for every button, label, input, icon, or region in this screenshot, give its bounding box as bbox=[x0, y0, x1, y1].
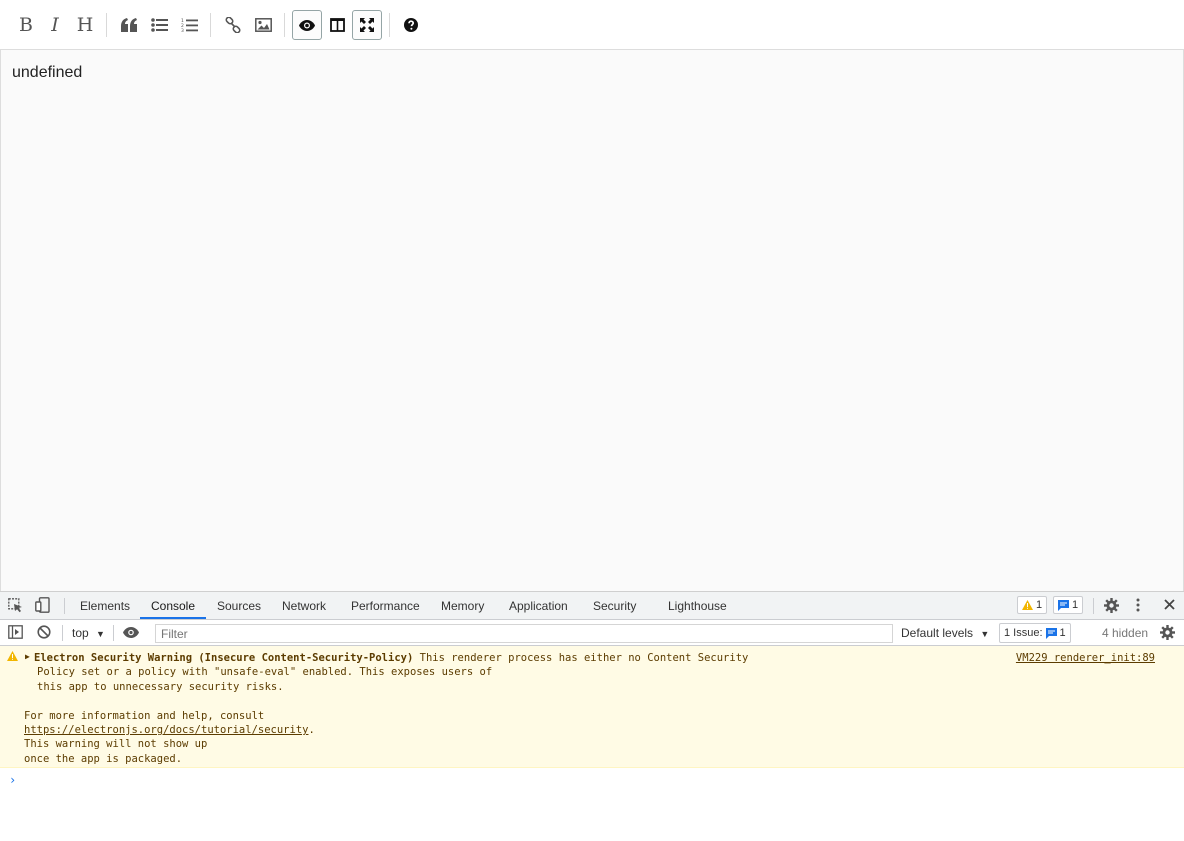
link-icon bbox=[225, 17, 241, 33]
bullet-list-icon bbox=[150, 18, 168, 32]
issues-label: 1 Issue: bbox=[1004, 627, 1043, 639]
devtools-settings-button[interactable] bbox=[1104, 598, 1119, 613]
warning-count-badge[interactable]: 1 bbox=[1017, 596, 1048, 614]
numbered-list-icon: 123 bbox=[181, 18, 198, 33]
expand-triangle-icon[interactable]: ▶ bbox=[25, 652, 30, 661]
live-expression-button[interactable] bbox=[123, 627, 139, 638]
tab-separator bbox=[1093, 598, 1094, 614]
preview-toggle-button[interactable] bbox=[292, 10, 322, 40]
gear-icon bbox=[1104, 598, 1119, 613]
toolbar-separator bbox=[106, 13, 107, 37]
warning-line-6: This warning will not show up bbox=[24, 738, 208, 750]
image-icon bbox=[254, 18, 272, 32]
message-icon bbox=[1045, 627, 1057, 639]
preview-text: undefined bbox=[12, 64, 83, 81]
context-value: top bbox=[72, 626, 89, 640]
warning-line-1: Electron Security Warning (Insecure Cont… bbox=[34, 652, 749, 664]
tab-console[interactable]: Console bbox=[140, 592, 206, 619]
device-icon bbox=[35, 597, 50, 613]
bullet-list-button[interactable] bbox=[144, 10, 174, 40]
tab-elements[interactable]: Elements bbox=[80, 592, 130, 619]
console-prompt[interactable]: › bbox=[9, 773, 16, 787]
console-settings-button[interactable] bbox=[1160, 625, 1175, 640]
console-warning-message[interactable]: ▶ Electron Security Warning (Insecure Co… bbox=[0, 646, 1184, 768]
inspect-element-button[interactable] bbox=[8, 598, 23, 613]
devtools-panel: Elements Console Sources Network Perform… bbox=[0, 591, 1184, 841]
toolbar-separator bbox=[210, 13, 211, 37]
warning-line-2: Policy set or a policy with "unsafe-eval… bbox=[37, 666, 493, 678]
warning-icon bbox=[7, 651, 18, 661]
log-levels-value: Default levels bbox=[901, 626, 974, 640]
svg-text:3: 3 bbox=[181, 28, 184, 33]
link-button[interactable] bbox=[218, 10, 248, 40]
devtools-close-button[interactable] bbox=[1164, 599, 1175, 610]
tab-performance[interactable]: Performance bbox=[351, 592, 420, 619]
fullscreen-button[interactable] bbox=[352, 10, 382, 40]
heading-button[interactable]: H bbox=[70, 10, 100, 40]
help-button[interactable] bbox=[396, 10, 426, 40]
console-toolbar: top ▼ Default levels ▼ 1 Issue: 1 4 hidd… bbox=[0, 620, 1184, 646]
hidden-count: 4 hidden bbox=[1102, 626, 1149, 640]
image-button[interactable] bbox=[248, 10, 278, 40]
eye-icon bbox=[123, 627, 139, 638]
fullscreen-icon bbox=[360, 18, 374, 32]
toggle-sidebar-button[interactable] bbox=[8, 625, 23, 639]
device-toolbar-button[interactable] bbox=[35, 597, 50, 613]
toolbar-separator bbox=[62, 625, 63, 641]
chevron-down-icon: ▼ bbox=[96, 629, 105, 639]
message-icon bbox=[1058, 599, 1069, 611]
close-icon bbox=[1164, 599, 1175, 610]
editor-preview[interactable]: undefined bbox=[0, 50, 1184, 591]
issues-count: 1 bbox=[1059, 627, 1066, 639]
toolbar-separator bbox=[113, 625, 114, 641]
console-filter-input[interactable] bbox=[155, 624, 893, 643]
clear-console-button[interactable] bbox=[37, 625, 51, 639]
log-levels-dropdown[interactable]: Default levels ▼ bbox=[901, 626, 989, 640]
italic-button[interactable]: I bbox=[40, 10, 70, 40]
warning-line-5: https://electronjs.org/docs/tutorial/sec… bbox=[24, 724, 315, 736]
block-icon bbox=[37, 625, 51, 639]
message-source-link[interactable]: VM229 renderer_init:89 bbox=[1016, 652, 1155, 664]
italic-icon: I bbox=[51, 14, 59, 36]
quote-button[interactable] bbox=[114, 10, 144, 40]
devtools-more-button[interactable] bbox=[1136, 598, 1140, 612]
editor-toolbar: B I H 123 bbox=[0, 0, 1184, 50]
tab-application[interactable]: Application bbox=[509, 592, 568, 619]
warning-icon bbox=[1022, 600, 1033, 610]
side-by-side-button[interactable] bbox=[322, 10, 352, 40]
message-count-badge[interactable]: 1 bbox=[1053, 596, 1084, 614]
sidebar-icon bbox=[8, 625, 23, 639]
chevron-down-icon: ▼ bbox=[980, 629, 990, 639]
warning-line-4: For more information and help, consult bbox=[24, 710, 265, 722]
warning-count: 1 bbox=[1036, 599, 1043, 611]
warning-title: Electron Security Warning (Insecure Cont… bbox=[34, 652, 414, 664]
inspect-icon bbox=[8, 598, 22, 613]
context-selector[interactable]: top ▼ bbox=[72, 626, 105, 640]
question-icon bbox=[404, 18, 418, 32]
tab-lighthouse[interactable]: Lighthouse bbox=[668, 592, 727, 619]
eye-icon bbox=[299, 19, 315, 31]
warning-line-7: once the app is packaged. bbox=[24, 753, 183, 765]
message-count: 1 bbox=[1072, 599, 1079, 611]
numbered-list-button[interactable]: 123 bbox=[174, 10, 204, 40]
toolbar-separator bbox=[284, 13, 285, 37]
issues-button[interactable]: 1 Issue: 1 bbox=[999, 623, 1071, 643]
quote-icon bbox=[121, 18, 137, 32]
tab-security[interactable]: Security bbox=[593, 592, 636, 619]
tab-memory[interactable]: Memory bbox=[441, 592, 484, 619]
toolbar-separator bbox=[389, 13, 390, 37]
warning-line-3: this app to unnecessary security risks. bbox=[37, 681, 284, 693]
tab-network[interactable]: Network bbox=[282, 592, 326, 619]
gear-icon bbox=[1160, 625, 1175, 640]
devtools-tabbar: Elements Console Sources Network Perform… bbox=[0, 592, 1184, 620]
heading-icon: H bbox=[76, 14, 94, 36]
more-vertical-icon bbox=[1136, 598, 1140, 612]
columns-icon bbox=[329, 18, 345, 32]
bold-button[interactable]: B bbox=[11, 10, 41, 40]
tab-sources[interactable]: Sources bbox=[217, 592, 261, 619]
bold-icon: B bbox=[19, 14, 33, 36]
security-docs-link[interactable]: https://electronjs.org/docs/tutorial/sec… bbox=[24, 724, 308, 736]
tab-separator bbox=[64, 598, 65, 614]
